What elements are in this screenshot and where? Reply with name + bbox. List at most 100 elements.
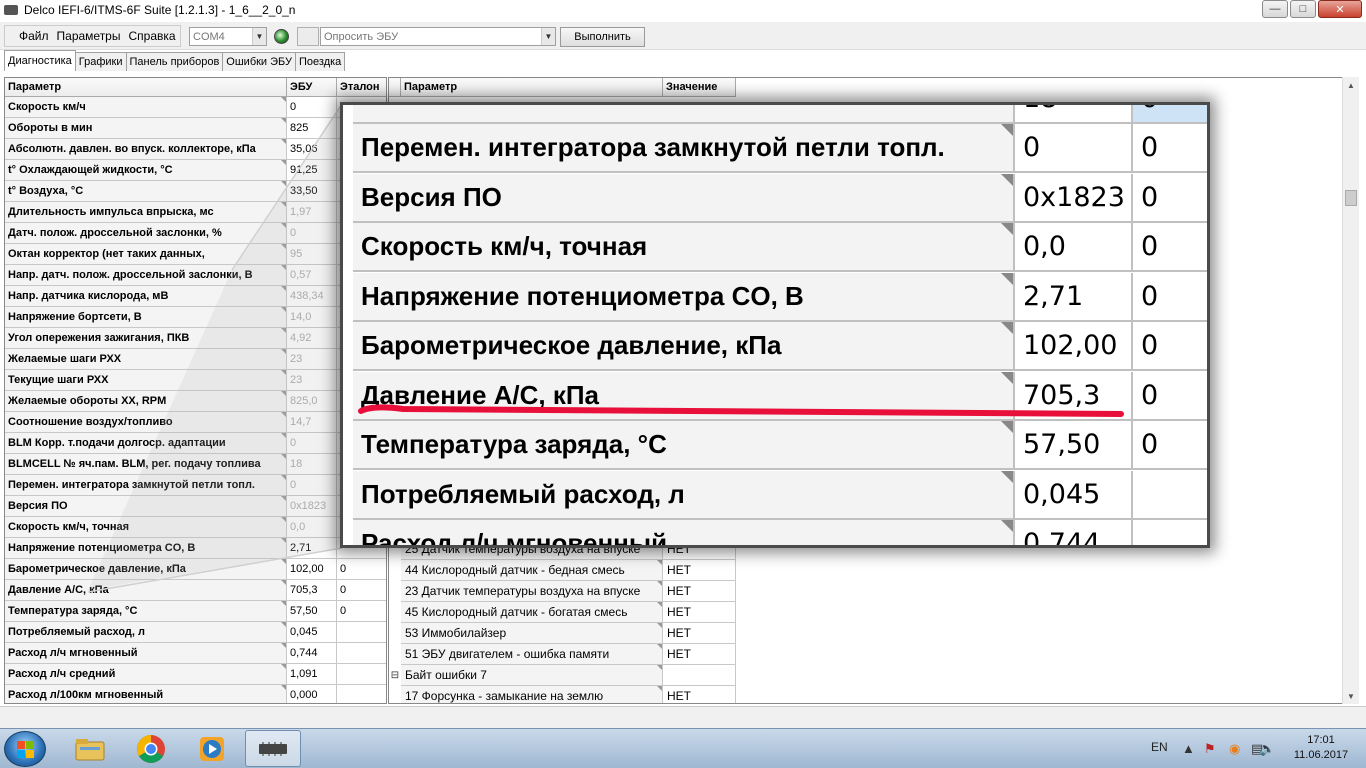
param-name[interactable]: Барометрическое давление, кПа [5, 559, 287, 580]
table-row[interactable]: Барометрическое давление, кПа 102,00 0 [5, 559, 386, 580]
param-name[interactable]: BLM Корр. т.подачи долгоср. адаптации [5, 433, 287, 454]
param-name[interactable]: t° Охлаждающей жидкости, °С [5, 160, 287, 181]
table-row[interactable]: Обороты в мин 825 [5, 118, 386, 139]
param-name[interactable]: Соотношение воздух/топливо [5, 412, 287, 433]
table-row[interactable]: t° Воздуха, °С 33,50 [5, 181, 386, 202]
param-name[interactable]: Обороты в мин [5, 118, 287, 139]
ecu-value[interactable]: 102,00 [287, 559, 337, 580]
windows-start-icon[interactable] [4, 731, 46, 767]
error-value[interactable]: НЕТ [663, 644, 736, 665]
table-row[interactable]: Напряжение бортсети, В 14,0 [5, 307, 386, 328]
table-row[interactable]: Скорость км/ч 0 [5, 97, 386, 118]
table-row[interactable]: t° Охлаждающей жидкости, °С 91,25 [5, 160, 386, 181]
table-row[interactable]: Напр. датчика кислорода, мВ 438,34 [5, 286, 386, 307]
ecu-value[interactable]: 23 [287, 370, 337, 391]
param-name[interactable]: Расход л/ч мгновенный [5, 643, 287, 664]
error-value[interactable]: НЕТ [663, 581, 736, 602]
table-row[interactable]: 51 ЭБУ двигателем - ошибка памяти НЕТ [389, 644, 739, 665]
param-name[interactable]: Длительность импульса впрыска, мс [5, 202, 287, 223]
minimize-icon[interactable]: — [1262, 0, 1288, 18]
chevron-down-icon[interactable]: ▼ [252, 28, 266, 45]
ecu-value[interactable]: 23 [287, 349, 337, 370]
ecu-value[interactable]: 0,045 [287, 622, 337, 643]
reference-value[interactable]: 0 [337, 559, 386, 580]
reference-value[interactable]: 0 [337, 601, 386, 622]
ecu-value[interactable]: 0 [287, 223, 337, 244]
ecu-value[interactable]: 91,25 [287, 160, 337, 181]
chrome-icon[interactable] [123, 730, 179, 767]
scroll-up-icon[interactable]: ▲ [1343, 77, 1359, 93]
param-name[interactable]: Текущие шаги РХХ [5, 370, 287, 391]
scroll-down-icon[interactable]: ▼ [1343, 688, 1359, 704]
table-row[interactable]: BLMCELL № яч.пам. BLM, рег. подачу топли… [5, 454, 386, 475]
error-value[interactable] [663, 665, 736, 686]
collapse-icon[interactable]: ⊟ [389, 665, 401, 686]
table-row[interactable]: ⊟ Байт ошибки 7 [389, 665, 739, 686]
show-hidden-icons-icon[interactable]: ▲ [1182, 741, 1195, 756]
tab-diagnostics[interactable]: Диагностика [4, 50, 76, 71]
table-row[interactable]: Желаемые обороты ХХ, RPM 825,0 [5, 391, 386, 412]
error-name[interactable]: 45 Кислородный датчик - богатая смесь [401, 602, 663, 623]
ecu-value[interactable]: 2,71 [287, 538, 337, 559]
ecu-value[interactable]: 0,744 [287, 643, 337, 664]
error-value[interactable]: НЕТ [663, 623, 736, 644]
param-name[interactable]: Скорость км/ч, точная [5, 517, 287, 538]
volume-icon[interactable]: 🔈 [1259, 741, 1275, 757]
param-name[interactable]: Абсолютн. давлен. во впуск. коллекторе, … [5, 139, 287, 160]
ecu-value[interactable]: 0 [287, 475, 337, 496]
table-row[interactable]: Расход л/ч мгновенный 0,744 [5, 643, 386, 664]
ecu-value[interactable]: 14,7 [287, 412, 337, 433]
error-name[interactable]: Байт ошибки 7 [401, 665, 663, 686]
ecu-value[interactable]: 0,57 [287, 265, 337, 286]
ecu-value[interactable]: 18 [287, 454, 337, 475]
tab-trip[interactable]: Поездка [295, 52, 346, 71]
param-name[interactable]: Напр. датчика кислорода, мВ [5, 286, 287, 307]
table-row[interactable]: 23 Датчик температуры воздуха на впуске Н… [389, 581, 739, 602]
blank-button[interactable] [297, 27, 319, 46]
error-name[interactable]: 51 ЭБУ двигателем - ошибка памяти [401, 644, 663, 665]
table-row[interactable]: Текущие шаги РХХ 23 [5, 370, 386, 391]
table-row[interactable]: Угол опережения зажигания, ПКВ 4,92 [5, 328, 386, 349]
param-name[interactable]: Скорость км/ч [5, 97, 287, 118]
table-row[interactable]: Напряжение потенциометра CO, В 2,71 [5, 538, 386, 559]
avast-icon[interactable]: ◉ [1229, 741, 1240, 757]
table-row[interactable]: Напр. датч. полож. дроссельной заслонки,… [5, 265, 386, 286]
tab-ecu-errors[interactable]: Ошибки ЭБУ [222, 52, 296, 71]
ecu-value[interactable]: 57,50 [287, 601, 337, 622]
parameters-table[interactable]: Параметр ЭБУ Эталон Скорость км/ч 0 Оборот… [4, 77, 387, 704]
param-name[interactable]: Напряжение потенциометра CO, В [5, 538, 287, 559]
scroll-thumb[interactable] [1345, 190, 1357, 206]
reference-value[interactable] [337, 643, 386, 664]
param-name[interactable]: Напряжение бортсети, В [5, 307, 287, 328]
ecu-value[interactable]: 0 [287, 433, 337, 454]
table-row[interactable]: Датч. полож. дроссельной заслонки, % 0 [5, 223, 386, 244]
menu-help[interactable]: Справка [124, 29, 179, 43]
close-icon[interactable]: ✕ [1318, 0, 1362, 18]
param-name[interactable]: Расход л/100км мгновенный [5, 685, 287, 703]
tab-graphs[interactable]: Графики [74, 52, 127, 71]
chevron-down-icon[interactable]: ▼ [541, 28, 555, 45]
ecu-value[interactable]: 1,091 [287, 664, 337, 685]
error-name[interactable]: 23 Датчик температуры воздуха на впуске [401, 581, 663, 602]
table-row[interactable]: Температура заряда, °С 57,50 0 [5, 601, 386, 622]
menu-params[interactable]: Параметры [53, 29, 125, 43]
table-row[interactable]: Расход л/100км мгновенный 0,000 [5, 685, 386, 703]
error-name[interactable]: 17 Форсунка - замыкание на землю [401, 686, 663, 703]
language-indicator[interactable]: EN [1151, 740, 1168, 754]
table-row[interactable]: Расход л/ч средний 1,091 [5, 664, 386, 685]
ecu-value[interactable]: 0x1823 [287, 496, 337, 517]
param-name[interactable]: Версия ПО [5, 496, 287, 517]
param-name[interactable]: t° Воздуха, °С [5, 181, 287, 202]
ecu-value[interactable]: 825 [287, 118, 337, 139]
maximize-icon[interactable]: □ [1290, 0, 1316, 18]
column-header-value[interactable]: Значение [663, 78, 736, 97]
reference-value[interactable] [337, 685, 386, 703]
param-name[interactable]: Октан корректор (нет таких данных, [5, 244, 287, 265]
ecu-value[interactable]: 705,3 [287, 580, 337, 601]
explorer-icon[interactable] [62, 730, 118, 767]
ecu-value[interactable]: 14,0 [287, 307, 337, 328]
ecu-value[interactable]: 825,0 [287, 391, 337, 412]
column-header-ecu[interactable]: ЭБУ [287, 78, 337, 97]
menu-file[interactable]: Файл [15, 29, 53, 43]
column-header-reference[interactable]: Эталон [337, 78, 386, 97]
